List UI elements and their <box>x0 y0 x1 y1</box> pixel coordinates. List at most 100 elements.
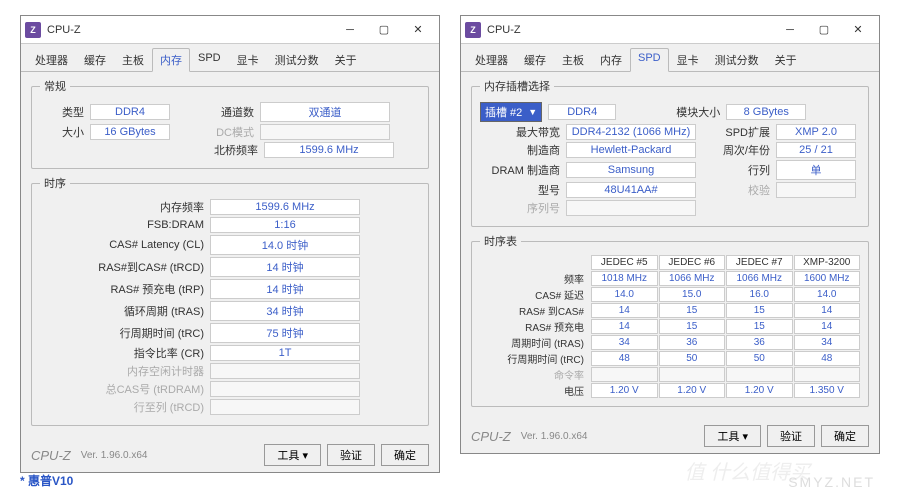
brand: CPU-Z <box>471 429 511 444</box>
timing-label: 行至列 (tRCD) <box>40 399 210 415</box>
tab-缓存[interactable]: 缓存 <box>76 48 114 71</box>
table-cell: 14 <box>591 303 658 318</box>
tabbar: 处理器缓存主板内存SPD显卡测试分数关于 <box>461 44 879 72</box>
table-cell: 34 <box>794 335 861 350</box>
timing-label: RAS# 预充电 (tRP) <box>40 281 210 297</box>
table-cell: 15 <box>726 319 793 334</box>
tab-主板[interactable]: 主板 <box>114 48 152 71</box>
timings-table-group: 时序表 JEDEC #5JEDEC #6JEDEC #7XMP-3200频率10… <box>471 233 869 407</box>
slot-label: 序列号 <box>480 200 566 216</box>
nbfreq-label: 北桥频率 <box>174 142 264 158</box>
ok-button[interactable]: 确定 <box>381 444 429 466</box>
tab-处理器[interactable]: 处理器 <box>467 48 516 71</box>
timing-value: 14 时钟 <box>210 279 360 299</box>
slot-value: XMP 2.0 <box>776 124 856 140</box>
tab-处理器[interactable]: 处理器 <box>27 48 76 71</box>
window-title: CPU-Z <box>47 24 333 36</box>
tab-关于[interactable]: 关于 <box>327 48 365 71</box>
table-cell: 15 <box>659 303 726 318</box>
table-cell: 1018 MHz <box>591 271 658 286</box>
tab-SPD[interactable]: SPD <box>630 48 669 72</box>
window-title: CPU-Z <box>487 24 773 36</box>
chevron-down-icon: ▼ <box>528 107 537 117</box>
table-cell: 1.350 V <box>794 383 861 398</box>
table-cell: 1600 MHz <box>794 271 861 286</box>
close-button[interactable]: ✕ <box>401 18 435 42</box>
timing-label: RAS#到CAS# (tRCD) <box>40 259 210 275</box>
table-cell: 36 <box>726 335 793 350</box>
tab-主板[interactable]: 主板 <box>554 48 592 71</box>
timing-label: 循环周期 (tRAS) <box>40 303 210 319</box>
app-icon: Z <box>25 22 41 38</box>
channels-value: 双通道 <box>260 102 390 122</box>
table-cell: 1066 MHz <box>726 271 793 286</box>
slot-label: 型号 <box>480 182 566 198</box>
titlebar[interactable]: Z CPU-Z ─ ▢ ✕ <box>21 16 439 44</box>
version: Ver. 1.96.0.x64 <box>81 450 259 461</box>
slot-label: 制造商 <box>480 142 566 158</box>
timing-value <box>210 381 360 397</box>
size-label: 大小 <box>40 124 90 140</box>
modsize-value: 8 GBytes <box>726 104 806 120</box>
timing-label: 内存空闲计时器 <box>40 363 210 379</box>
tabbar: 处理器缓存主板内存SPD显卡测试分数关于 <box>21 44 439 72</box>
table-cell: 34 <box>591 335 658 350</box>
maximize-button[interactable]: ▢ <box>807 18 841 42</box>
timing-value: 1T <box>210 345 360 361</box>
size-value: 16 GBytes <box>90 124 170 140</box>
timings-group: 时序 内存频率1599.6 MHzFSB:DRAM1:16CAS# Latenc… <box>31 175 429 426</box>
table-cell: 14 <box>591 319 658 334</box>
footer: CPU-Z Ver. 1.96.0.x64 工具 ▾ 验证 确定 <box>461 419 879 453</box>
table-cell: 1.20 V <box>591 383 658 398</box>
watermark-smyz: SMYZ.NET <box>788 474 875 490</box>
tab-显卡[interactable]: 显卡 <box>669 48 707 71</box>
close-button[interactable]: ✕ <box>841 18 875 42</box>
validate-button[interactable]: 验证 <box>767 425 815 447</box>
timing-label: 总CAS号 (tRDRAM) <box>40 381 210 397</box>
slot-value: Hewlett-Packard <box>566 142 696 158</box>
ok-button[interactable]: 确定 <box>821 425 869 447</box>
table-cell: 50 <box>659 351 726 366</box>
minimize-button[interactable]: ─ <box>773 18 807 42</box>
validate-button[interactable]: 验证 <box>327 444 375 466</box>
slot-label: 校验 <box>696 182 776 198</box>
maximize-button[interactable]: ▢ <box>367 18 401 42</box>
tab-SPD[interactable]: SPD <box>190 48 229 71</box>
tab-关于[interactable]: 关于 <box>767 48 805 71</box>
tab-测试分数[interactable]: 测试分数 <box>707 48 767 71</box>
tab-缓存[interactable]: 缓存 <box>516 48 554 71</box>
titlebar[interactable]: Z CPU-Z ─ ▢ ✕ <box>461 16 879 44</box>
table-cell: 48 <box>794 351 861 366</box>
tab-显卡[interactable]: 显卡 <box>229 48 267 71</box>
timing-label: CAS# Latency (CL) <box>40 239 210 251</box>
type-label: 类型 <box>40 104 90 120</box>
timing-value: 1599.6 MHz <box>210 199 360 215</box>
timing-value <box>210 399 360 415</box>
table-cell: 1.20 V <box>659 383 726 398</box>
tab-内存[interactable]: 内存 <box>592 48 630 71</box>
timing-label: 行周期时间 (tRC) <box>40 325 210 341</box>
cpuz-window-spd: Z CPU-Z ─ ▢ ✕ 处理器缓存主板内存SPD显卡测试分数关于 内存插槽选… <box>460 15 880 454</box>
table-row-label: 命令率 <box>480 367 590 382</box>
tab-测试分数[interactable]: 测试分数 <box>267 48 327 71</box>
table-row-label: 频率 <box>480 271 590 286</box>
nbfreq-value: 1599.6 MHz <box>264 142 394 158</box>
timing-value: 14 时钟 <box>210 257 360 277</box>
tools-button[interactable]: 工具 ▾ <box>264 444 321 466</box>
slot-selector[interactable]: 插槽 #2▼ <box>480 102 542 122</box>
timing-value: 34 时钟 <box>210 301 360 321</box>
table-cell: 1.20 V <box>726 383 793 398</box>
slot-label: DRAM 制造商 <box>480 162 566 178</box>
tools-button[interactable]: 工具 ▾ <box>704 425 761 447</box>
table-row-label: 周期时间 (tRAS) <box>480 335 590 350</box>
brand: CPU-Z <box>31 448 71 463</box>
minimize-button[interactable]: ─ <box>333 18 367 42</box>
slot-value <box>776 182 856 198</box>
table-row-label: RAS# 到CAS# <box>480 303 590 318</box>
table-cell <box>726 367 793 382</box>
table-cell: 15 <box>659 319 726 334</box>
tab-内存[interactable]: 内存 <box>152 48 190 72</box>
slot-value: 25 / 21 <box>776 142 856 158</box>
table-header: XMP-3200 <box>794 255 861 270</box>
timing-value: 1:16 <box>210 217 360 233</box>
